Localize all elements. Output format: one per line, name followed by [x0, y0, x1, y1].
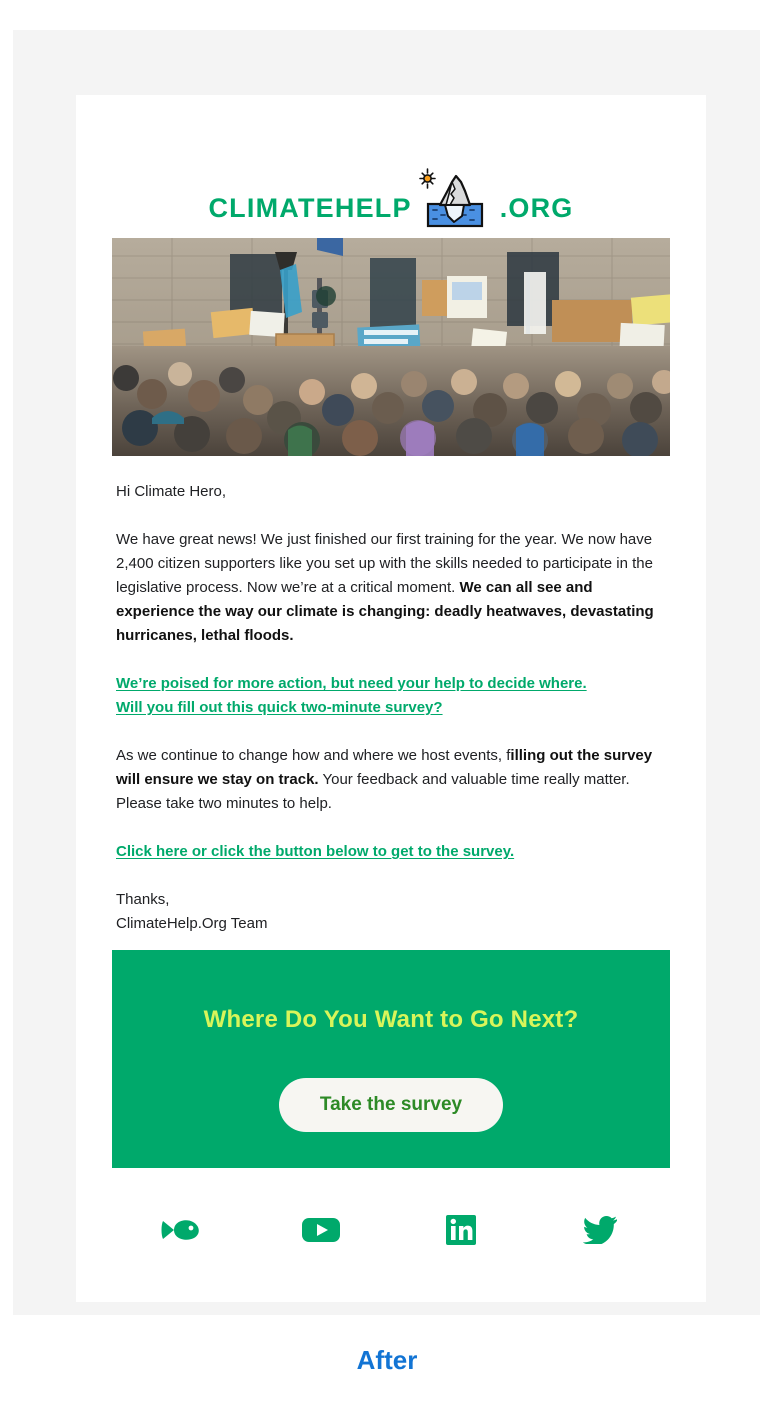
- paragraph-2-plain-before: As we continue to change how and where w…: [116, 747, 511, 764]
- take-the-survey-button[interactable]: Take the survey: [279, 1078, 503, 1132]
- iceberg-with-sun-icon: [418, 164, 488, 234]
- cta-heading: Where Do You Want to Go Next?: [203, 1006, 579, 1033]
- paragraph-1: We have great news! We just finished our…: [116, 528, 664, 648]
- greeting: Hi Climate Hero,: [116, 483, 227, 500]
- email-body: Hi Climate Hero, We have great news! We …: [116, 480, 664, 936]
- fish-icon[interactable]: [159, 1210, 205, 1250]
- signoff-thanks: Thanks,: [116, 891, 170, 908]
- paragraph-2: As we continue to change how and where w…: [116, 744, 664, 816]
- twitter-icon[interactable]: [577, 1210, 623, 1250]
- youtube-icon[interactable]: [298, 1210, 344, 1250]
- after-label: After: [356, 1345, 418, 1375]
- survey-link-line-1[interactable]: We’re poised for more action, but need y…: [116, 672, 664, 696]
- hero-protest-photo: REDUCE REDUCE REDUCE: [112, 238, 670, 456]
- email-card: CLIMATEHELP .ORG Hi Climate Hero, We hav…: [76, 95, 706, 1302]
- click-here-survey-link[interactable]: Click here or click the button below to …: [116, 840, 664, 864]
- screenshot-root: CLIMATEHELP .ORG Hi Climate Hero, We hav…: [0, 0, 774, 1402]
- signoff: Thanks, ClimateHelp.Org Team: [116, 888, 664, 936]
- cta-link-block: Click here or click the button below to …: [116, 840, 664, 864]
- brand-logo: CLIMATEHELP .ORG: [76, 120, 706, 230]
- signoff-team: ClimateHelp.Org Team: [116, 915, 268, 932]
- logo-wordmark: CLIMATEHELP: [208, 193, 412, 223]
- logo-tld: .ORG: [499, 193, 574, 223]
- email-client-panel: CLIMATEHELP .ORG Hi Climate Hero, We hav…: [13, 30, 760, 1315]
- survey-link-block: We’re poised for more action, but need y…: [116, 672, 664, 720]
- survey-link-line-2[interactable]: Will you fill out this quick two-minute …: [116, 696, 664, 720]
- linkedin-icon[interactable]: [438, 1210, 484, 1250]
- social-links: [112, 1210, 670, 1250]
- cta-banner: Where Do You Want to Go Next? Take the s…: [112, 950, 670, 1168]
